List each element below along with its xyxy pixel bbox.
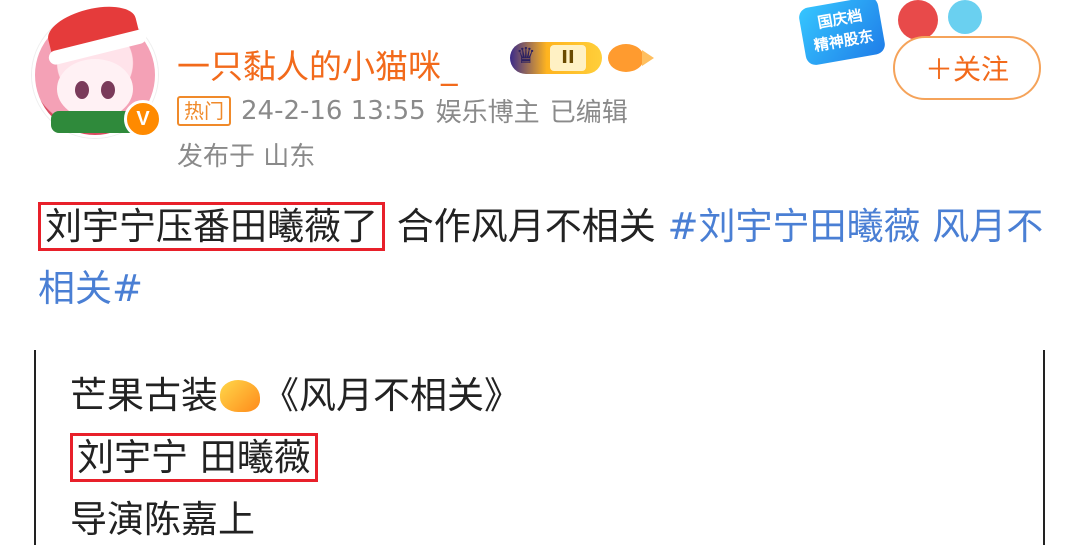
quote-line-1: 芒果古装 《风月不相关》	[70, 365, 521, 427]
mango-icon	[220, 380, 260, 412]
quote-line1-prefix: 芒果古装	[70, 374, 218, 417]
eye-right	[101, 81, 115, 99]
highlighted-text: 刘宇宁压番田曦薇了	[38, 202, 385, 251]
santa-hat-icon	[43, 0, 141, 60]
post-body: 合作风月不相关	[385, 205, 668, 248]
post-location: 发布于 山东	[177, 142, 316, 172]
quote-border-right	[1043, 350, 1045, 545]
quoted-image-text: 芒果古装 《风月不相关》 刘宇宁 田曦薇 导演陈嘉上	[70, 365, 521, 551]
toy-icon-2	[948, 0, 982, 34]
vip-level-badge[interactable]: ♛ II	[510, 42, 602, 74]
promo-sticker-badge: 国庆档 精神股东	[797, 0, 887, 67]
quote-border-left	[34, 350, 36, 545]
follow-button[interactable]: ＋关注	[893, 36, 1041, 100]
user-badges: ♛ II	[510, 40, 654, 76]
eye-left	[75, 81, 89, 99]
quote-line-3: 导演陈嘉上	[70, 498, 255, 541]
post-meta: 热门 24-2-16 13:55 娱乐博主 已编辑	[177, 92, 628, 129]
crown-icon: ♛	[516, 44, 536, 69]
verified-badge-icon: V	[124, 100, 162, 138]
post-time: 24-2-16 13:55	[241, 95, 426, 126]
avatar-face	[57, 59, 133, 119]
quote-line1-title: 《风月不相关》	[262, 374, 521, 417]
edited-label: 已编辑	[549, 98, 628, 128]
fish-icon[interactable]	[608, 44, 654, 72]
username[interactable]: 一只黏人的小猫咪_	[177, 40, 458, 88]
quote-highlight: 刘宇宁 田曦薇	[70, 433, 318, 482]
avatar[interactable]: V	[20, 0, 166, 138]
quote-line-2: 刘宇宁 田曦薇	[70, 427, 521, 489]
post-text: 刘宇宁压番田曦薇了 合作风月不相关 #刘宇宁田曦薇 风月不相关#	[38, 196, 1058, 320]
user-role: 娱乐博主	[435, 98, 540, 128]
vip-level: II	[550, 45, 586, 71]
hot-tag: 热门	[177, 95, 231, 126]
toy-icon	[898, 0, 938, 40]
